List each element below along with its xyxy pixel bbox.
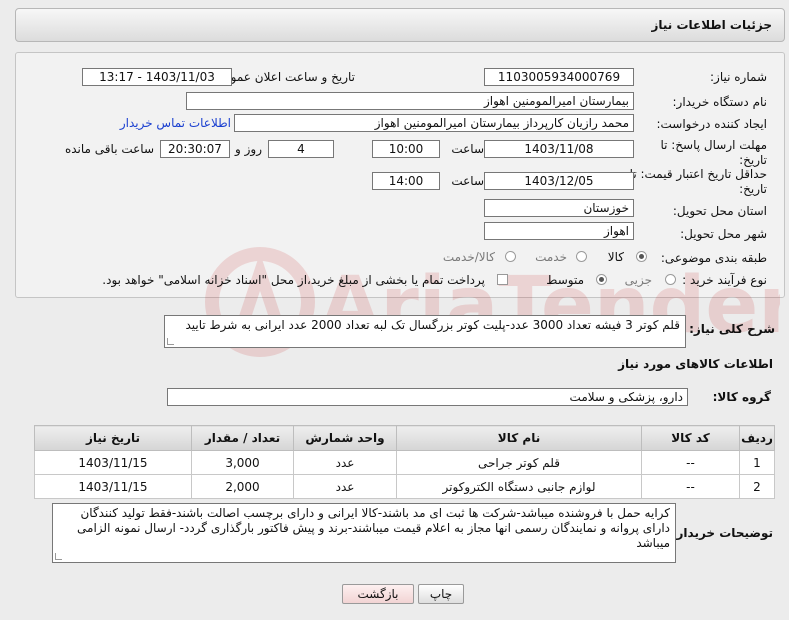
category-label: طبقه بندی موضوعی:	[660, 251, 767, 265]
province-label: استان محل تحویل:	[672, 204, 767, 218]
summary-textarea[interactable]: قلم کوتر 3 فیشه تعداد 3000 عدد-پلیت کوتر…	[164, 315, 686, 348]
deadline-date-field: 1403/11/08	[484, 140, 634, 158]
page-title: جزئیات اطلاعات نیاز	[651, 18, 772, 32]
cell-unit: عدد	[293, 474, 397, 499]
cell-qty: 2,000	[191, 474, 294, 499]
cell-row: 2	[739, 474, 775, 499]
table-row: 1 -- قلم کوتر جراحی عدد 3,000 1403/11/15	[34, 450, 775, 475]
col-code-header: کد کالا	[641, 425, 740, 451]
cell-code: --	[641, 474, 740, 499]
process-type-label: نوع فرآیند خرید :	[682, 273, 767, 287]
col-name-header: نام کالا	[396, 425, 642, 451]
process-minor-radio[interactable]	[665, 274, 676, 285]
treasury-payment-text: پرداخت تمام یا بخشی از مبلغ خرید،از محل …	[102, 273, 485, 287]
resize-grip-icon[interactable]	[55, 553, 62, 560]
treasury-payment-checkbox[interactable]	[497, 274, 508, 285]
remaining-label: ساعت باقی مانده	[64, 142, 154, 156]
goods-section-title: اطلاعات کالاهای مورد نیاز	[618, 357, 773, 371]
remaining-days-field: 4	[268, 140, 334, 158]
goods-group-field: دارو، پزشکی و سلامت	[167, 388, 688, 406]
province-field: خوزستان	[484, 199, 634, 217]
price-validity-time-field: 14:00	[372, 172, 440, 190]
cell-date: 1403/11/15	[34, 450, 192, 475]
price-validity-date-field: 1403/12/05	[484, 172, 634, 190]
cell-name: قلم کوتر جراحی	[396, 450, 642, 475]
process-medium-label: متوسط	[546, 273, 584, 287]
buyer-notes-label: توضیحات خریدار:	[671, 526, 773, 540]
category-goods-service-label: کالا/خدمت	[442, 250, 495, 264]
city-field: اهواز	[484, 222, 634, 240]
creator-field: محمد رازیان کارپرداز بیمارستان امیرالموم…	[234, 114, 634, 132]
col-qty-header: تعداد / مقدار	[191, 425, 294, 451]
table-row: 2 -- لوازم جانبی دستگاه الکتروکوتر عدد 2…	[34, 474, 775, 499]
need-number-field: 1103005934000769	[484, 68, 634, 86]
days-label: روز و	[235, 142, 262, 156]
process-minor-label: جزیی	[624, 273, 652, 287]
print-button[interactable]: چاپ	[418, 584, 464, 604]
cell-qty: 3,000	[191, 450, 294, 475]
city-label: شهر محل تحویل:	[680, 227, 767, 241]
deadline-label: مهلت ارسال پاسخ: تا	[660, 138, 767, 152]
goods-group-label: گروه کالا:	[712, 390, 771, 404]
buyer-contact-link[interactable]: اطلاعات تماس خریدار	[120, 116, 231, 130]
announce-datetime-field: 1403/11/03 - 13:17	[82, 68, 232, 86]
cell-date: 1403/11/15	[34, 474, 192, 499]
deadline-date-label: تاریخ:	[739, 153, 767, 167]
category-goods-service-radio[interactable]	[505, 251, 516, 262]
creator-label: ایجاد کننده درخواست:	[656, 117, 767, 131]
price-validity-label: حداقل تاریخ اعتبار قیمت: تا	[629, 167, 767, 181]
category-service-radio[interactable]	[576, 251, 587, 262]
col-row-header: ردیف	[739, 425, 775, 451]
deadline-time-field: 10:00	[372, 140, 440, 158]
cell-name: لوازم جانبی دستگاه الکتروکوتر	[396, 474, 642, 499]
cell-unit: عدد	[293, 450, 397, 475]
summary-label: شرح کلی نیاز:	[689, 322, 775, 336]
deadline-time-label: ساعت	[451, 142, 484, 156]
goods-table-header: ردیف کد کالا نام کالا واحد شمارش تعداد /…	[34, 425, 775, 451]
buyer-notes-textarea[interactable]: کرایه حمل با فروشنده میباشد-شرکت ها ثبت …	[52, 503, 676, 563]
need-number-label: شماره نیاز:	[710, 70, 767, 84]
cell-code: --	[641, 450, 740, 475]
col-unit-header: واحد شمارش	[293, 425, 397, 451]
category-service-label: خدمت	[535, 250, 567, 264]
process-medium-radio[interactable]	[596, 274, 607, 285]
col-date-header: تاریخ نیاز	[34, 425, 192, 451]
page-header: جزئیات اطلاعات نیاز	[15, 8, 785, 42]
category-goods-radio[interactable]	[636, 251, 647, 262]
buyer-org-label: نام دستگاه خریدار:	[672, 95, 768, 109]
resize-grip-icon[interactable]	[167, 338, 174, 345]
cell-row: 1	[739, 450, 775, 475]
goods-table: ردیف کد کالا نام کالا واحد شمارش تعداد /…	[34, 425, 775, 499]
price-validity-date-label: تاریخ:	[739, 182, 767, 196]
category-goods-label: کالا	[607, 250, 624, 264]
buyer-org-field: بیمارستان امیرالمومنین اهواز	[186, 92, 634, 110]
remaining-time-field: 20:30:07	[160, 140, 230, 158]
back-button[interactable]: بازگشت	[342, 584, 414, 604]
price-validity-time-label: ساعت	[451, 174, 484, 188]
